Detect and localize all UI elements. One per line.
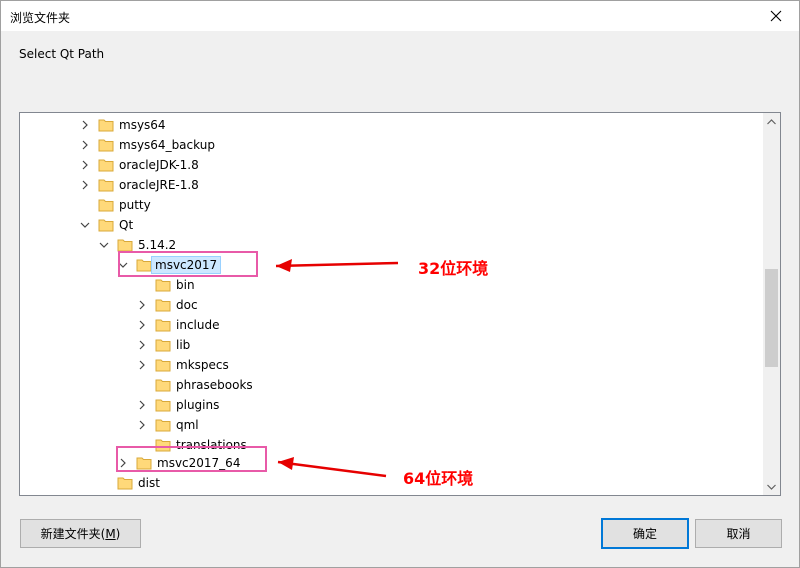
tree-item-label: plugins [176, 398, 220, 412]
tree-item-label: dist [138, 476, 160, 490]
folder-icon [98, 197, 114, 213]
tree-item-label: oracleJRE-1.8 [119, 178, 199, 192]
new-folder-button[interactable]: 新建文件夹(M) [20, 519, 141, 548]
tree-item-oraclejdk[interactable]: oracleJDK-1.8 [80, 155, 201, 175]
tree-item-label: include [176, 318, 220, 332]
tree-item-label: Qt [119, 218, 134, 232]
folder-icon [155, 317, 171, 333]
tree-viewport: msys64 msys64_backup oracleJDK-1.8 oracl… [20, 113, 765, 495]
chevron-right-icon[interactable] [137, 340, 147, 350]
chevron-right-icon[interactable] [137, 420, 147, 430]
chevron-right-icon[interactable] [137, 320, 147, 330]
new-folder-accelerator: M [105, 526, 116, 541]
chevron-right-icon[interactable] [137, 360, 147, 370]
folder-icon [155, 277, 171, 293]
folder-icon [98, 157, 114, 173]
tree-item-label: phrasebooks [176, 378, 253, 392]
ok-label: 确定 [632, 527, 657, 541]
chevron-down-icon[interactable] [99, 240, 109, 250]
folder-icon [98, 117, 114, 133]
chevron-down-icon [767, 484, 776, 490]
folder-icon [155, 417, 171, 433]
chevron-right-icon[interactable] [80, 160, 90, 170]
folder-icon [155, 357, 171, 373]
annotation-label-64: 64位环境 [403, 469, 474, 488]
folder-icon [155, 377, 171, 393]
title-bar: 浏览文件夹 [1, 1, 799, 31]
tree-item-doc[interactable]: doc [137, 295, 200, 315]
window-title: 浏览文件夹 [10, 11, 71, 25]
tree-item-lib[interactable]: lib [137, 335, 192, 355]
folder-icon [155, 297, 171, 313]
tree-item-label: putty [119, 198, 151, 212]
tree-item-label: doc [176, 298, 198, 312]
tree-item-oraclejre[interactable]: oracleJRE-1.8 [80, 175, 201, 195]
chevron-right-icon[interactable] [80, 180, 90, 190]
tree-item-label: bin [176, 278, 195, 292]
tree-item-phrasebooks[interactable]: phrasebooks [137, 375, 255, 395]
tree-item-msys64[interactable]: msys64 [80, 115, 168, 135]
new-folder-label-suffix: ) [115, 526, 121, 541]
annotation-label-32: 32位环境 [418, 259, 489, 278]
vertical-scrollbar[interactable] [763, 113, 780, 495]
tree-item-bin[interactable]: bin [137, 275, 197, 295]
folder-icon [98, 137, 114, 153]
annotation-box-64 [116, 446, 267, 472]
folder-icon [117, 475, 133, 491]
folder-icon [98, 217, 114, 233]
folder-tree[interactable]: msys64 msys64_backup oracleJDK-1.8 oracl… [19, 112, 781, 496]
tree-item-include[interactable]: include [137, 315, 221, 335]
tree-item-label: oracleJDK-1.8 [119, 158, 199, 172]
scroll-down-button[interactable] [763, 478, 780, 495]
tree-item-qml[interactable]: qml [137, 415, 201, 435]
scroll-up-button[interactable] [763, 113, 780, 130]
tree-item-msys64-backup[interactable]: msys64_backup [80, 135, 217, 155]
tree-item-label: msys64 [119, 118, 166, 132]
scrollbar-thumb[interactable] [765, 269, 778, 367]
chevron-right-icon[interactable] [80, 140, 90, 150]
folder-icon [98, 177, 114, 193]
chevron-right-icon[interactable] [80, 120, 90, 130]
close-icon [770, 10, 782, 22]
chevron-right-icon[interactable] [137, 300, 147, 310]
tree-item-dist[interactable]: dist [99, 473, 162, 493]
chevron-up-icon [767, 118, 776, 124]
folder-icon [155, 397, 171, 413]
tree-item-plugins[interactable]: plugins [137, 395, 221, 415]
tree-item-putty[interactable]: putty [80, 195, 153, 215]
folder-icon [155, 337, 171, 353]
tree-item-mkspecs[interactable]: mkspecs [137, 355, 231, 375]
tree-item-label: lib [176, 338, 191, 352]
close-button[interactable] [753, 1, 799, 31]
dialog-description: Select Qt Path [19, 47, 105, 61]
tree-item-label: qml [176, 418, 199, 432]
tree-item-qt[interactable]: Qt [80, 215, 135, 235]
tree-item-label: mkspecs [176, 358, 229, 372]
annotation-box-32 [118, 251, 258, 277]
cancel-button[interactable]: 取消 [695, 519, 782, 548]
ok-button[interactable]: 确定 [601, 518, 689, 549]
new-folder-label-prefix: 新建文件夹( [40, 527, 106, 541]
chevron-down-icon[interactable] [80, 220, 90, 230]
cancel-label: 取消 [726, 527, 751, 541]
chevron-right-icon[interactable] [137, 400, 147, 410]
tree-item-label: msys64_backup [119, 138, 215, 152]
